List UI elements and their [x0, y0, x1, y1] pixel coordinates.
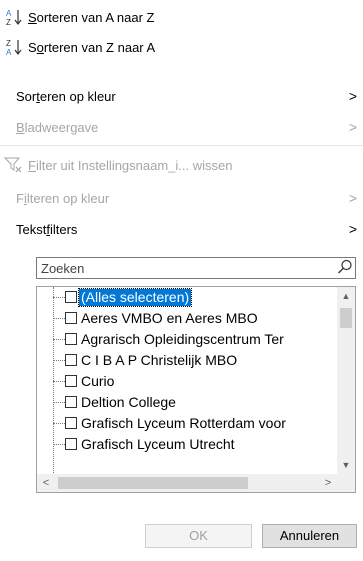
tree-connector [53, 444, 65, 445]
ok-button[interactable]: OK [145, 524, 252, 548]
list-item[interactable]: (Alles selecteren) [37, 287, 337, 308]
checkbox[interactable] [65, 438, 77, 450]
menu-text-filters[interactable]: Tekstfilters > [0, 217, 363, 241]
list-item-label: (Alles selecteren) [77, 288, 193, 307]
menu-separator [0, 145, 363, 146]
svg-text:Z: Z [6, 39, 11, 48]
sheet-view-accel: B [16, 119, 25, 135]
checkbox[interactable] [65, 354, 77, 366]
tree-connector [53, 423, 65, 424]
tree-connector [53, 381, 65, 382]
list-rows: (Alles selecteren) Aeres VMBO en Aeres MB… [37, 287, 337, 474]
svg-text:A: A [6, 48, 12, 56]
checkbox[interactable] [65, 375, 77, 387]
clear-filter-icon [0, 156, 28, 174]
clear-filter-accel: F [28, 157, 36, 173]
list-item[interactable]: Deltion College [37, 392, 337, 413]
vertical-scrollbar[interactable]: ▲ ▼ [337, 287, 355, 474]
checkbox[interactable] [65, 333, 77, 345]
clear-filter-label: ilter uit Instellingsnaam_i... wissen [35, 157, 233, 173]
search-input[interactable]: Zoeken [36, 257, 356, 279]
sort-color-label-b: eren op kleur [39, 88, 116, 104]
list-item[interactable]: Grafisch Lyceum Utrecht [37, 434, 337, 455]
checkbox[interactable] [65, 312, 77, 324]
tree-connector [53, 318, 65, 319]
scroll-right-icon[interactable]: > [319, 474, 337, 492]
sort-az-label: orteren van A naar Z [36, 9, 155, 25]
svg-text:Z: Z [6, 18, 11, 26]
checkbox[interactable] [65, 417, 77, 429]
sort-descending-icon: Z A [0, 38, 28, 56]
filter-color-label-b: lteren op kleur [26, 190, 110, 206]
tree-connector [53, 339, 65, 340]
sort-za-accel: o [36, 39, 44, 55]
scroll-thumb-horizontal[interactable] [58, 477, 248, 489]
filter-color-label-a: F [16, 190, 24, 206]
menu-sheet-view[interactable]: Bladweergave > [0, 115, 363, 139]
scroll-corner [337, 474, 355, 492]
sort-za-label-b: rteren van Z naar A [43, 39, 156, 55]
tree-connector [53, 360, 65, 361]
menu-sort-a-z[interactable]: A Z Sorteren van A naar Z [0, 5, 363, 29]
scroll-thumb[interactable] [340, 308, 352, 328]
cancel-button[interactable]: Annuleren [262, 524, 357, 548]
list-item-label: Grafisch Lyceum Rotterdam voor [81, 415, 286, 431]
list-item-label: Curio [81, 373, 115, 389]
scroll-up-icon[interactable]: ▲ [337, 287, 355, 305]
filter-value-list[interactable]: (Alles selecteren) Aeres VMBO en Aeres MB… [36, 286, 356, 493]
text-filters-label-a: Tekst [16, 221, 47, 237]
list-item[interactable]: Agrarisch Opleidingscentrum Ter [37, 329, 337, 350]
menu-clear-filter[interactable]: Filter uit Instellingsnaam_i... wissen [0, 153, 363, 177]
list-item-label: Aeres VMBO en Aeres MBO [81, 310, 258, 326]
tree-connector [53, 402, 65, 403]
sort-az-accel: S [28, 9, 37, 25]
sort-ascending-icon: A Z [0, 8, 28, 26]
search-placeholder: Zoeken [41, 260, 85, 276]
list-item-label: Grafisch Lyceum Utrecht [81, 436, 235, 452]
search-icon[interactable] [337, 259, 355, 278]
list-item[interactable]: Aeres VMBO en Aeres MBO [37, 308, 337, 329]
list-item[interactable]: Curio [37, 371, 337, 392]
list-item-label: C I B A P Christelijk MBO [81, 352, 238, 368]
checkbox[interactable] [65, 396, 77, 408]
checkbox[interactable] [65, 291, 77, 303]
list-item-label: Deltion College [81, 394, 176, 410]
menu-sort-z-a[interactable]: Z A Sorteren van Z naar A [0, 35, 363, 59]
submenu-arrow-icon: > [348, 221, 358, 237]
text-filters-label-b: ilters [49, 221, 78, 237]
menu-sort-by-color[interactable]: Sorteren op kleur > [0, 84, 363, 108]
menu-filter-by-color[interactable]: Filteren op kleur > [0, 186, 363, 210]
list-item[interactable]: C I B A P Christelijk MBO [37, 350, 337, 371]
sheet-view-label: ladweergave [24, 119, 99, 135]
scroll-down-icon[interactable]: ▼ [337, 456, 355, 474]
horizontal-scrollbar[interactable]: < > [37, 474, 337, 492]
list-item[interactable]: Grafisch Lyceum Rotterdam voor [37, 413, 337, 434]
submenu-arrow-icon: > [348, 119, 358, 135]
submenu-arrow-icon: > [348, 190, 358, 206]
sort-za-label-a: S [28, 39, 37, 55]
tree-connector [53, 297, 65, 298]
svg-text:A: A [6, 9, 12, 18]
list-item-label: Agrarisch Opleidingscentrum Ter [81, 331, 284, 347]
scroll-left-icon[interactable]: < [37, 474, 55, 492]
sort-color-label-a: Sor [16, 88, 37, 104]
submenu-arrow-icon: > [348, 88, 358, 104]
